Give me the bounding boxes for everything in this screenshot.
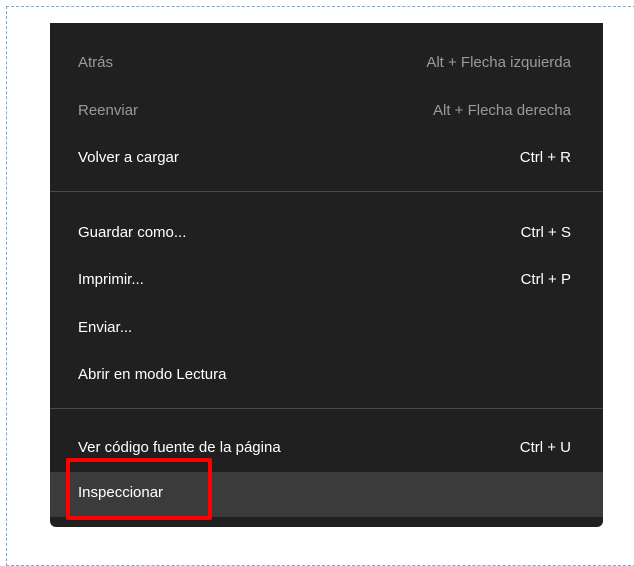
menu-item-save-as-label: Guardar como... bbox=[78, 224, 187, 241]
menu-separator bbox=[50, 191, 603, 192]
menu-item-forward-label: Reenviar bbox=[78, 102, 139, 119]
menu-item-forward-shortcut: Alt + Flecha derecha bbox=[433, 102, 571, 119]
menu-item-back[interactable]: Atrás Alt + Flecha izquierda bbox=[50, 42, 603, 84]
menu-item-send[interactable]: Enviar... bbox=[50, 307, 603, 349]
context-menu: Atrás Alt + Flecha izquierda Reenviar Al… bbox=[50, 23, 603, 527]
menu-item-save-as[interactable]: Guardar como... Ctrl + S bbox=[50, 212, 603, 254]
menu-item-view-source-label: Ver código fuente de la página bbox=[78, 439, 281, 456]
menu-item-reload[interactable]: Volver a cargar Ctrl + R bbox=[50, 137, 603, 179]
menu-separator bbox=[50, 408, 603, 409]
menu-item-print-label: Imprimir... bbox=[78, 271, 144, 288]
menu-item-save-as-shortcut: Ctrl + S bbox=[520, 224, 571, 241]
menu-item-inspect-label: Inspeccionar bbox=[78, 484, 164, 501]
menu-item-reload-shortcut: Ctrl + R bbox=[519, 149, 571, 166]
menu-item-back-shortcut: Alt + Flecha izquierda bbox=[426, 54, 571, 71]
menu-item-view-source-shortcut: Ctrl + U bbox=[519, 439, 571, 456]
menu-item-forward[interactable]: Reenviar Alt + Flecha derecha bbox=[50, 90, 603, 132]
menu-item-reader-mode[interactable]: Abrir en modo Lectura bbox=[50, 354, 603, 396]
menu-item-view-source[interactable]: Ver código fuente de la página Ctrl + U bbox=[50, 427, 603, 469]
menu-item-reader-mode-label: Abrir en modo Lectura bbox=[78, 366, 227, 383]
menu-item-back-label: Atrás bbox=[78, 54, 114, 71]
menu-item-reload-label: Volver a cargar bbox=[78, 149, 179, 166]
menu-item-inspect[interactable]: Inspeccionar bbox=[50, 472, 603, 517]
menu-item-print[interactable]: Imprimir... Ctrl + P bbox=[50, 259, 603, 301]
menu-item-print-shortcut: Ctrl + P bbox=[520, 271, 571, 288]
menu-item-send-label: Enviar... bbox=[78, 319, 133, 336]
